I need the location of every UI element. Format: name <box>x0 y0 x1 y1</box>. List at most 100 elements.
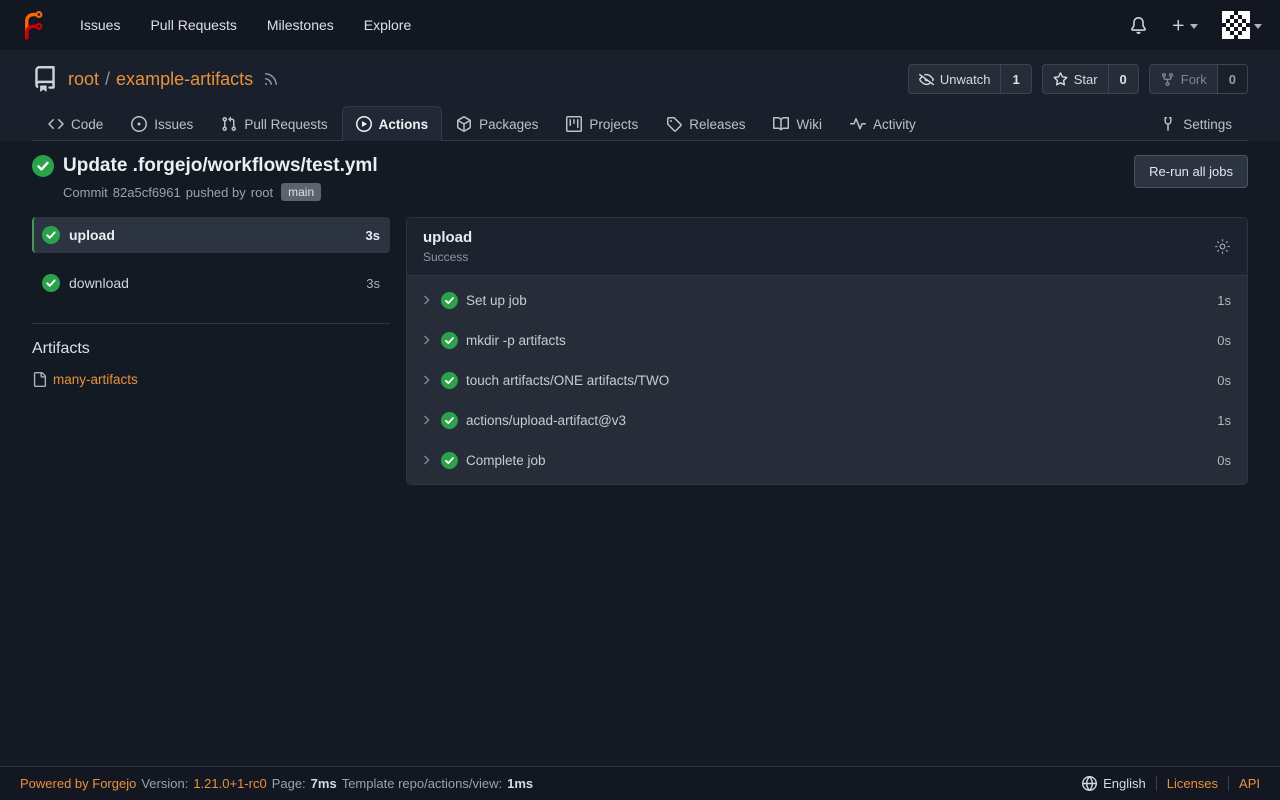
notifications-button[interactable] <box>1130 17 1147 34</box>
api-link[interactable]: API <box>1239 776 1260 791</box>
star-icon <box>1053 72 1068 87</box>
gear-icon <box>1214 238 1231 255</box>
pulse-icon <box>850 116 866 132</box>
nav-milestones[interactable]: Milestones <box>267 17 334 33</box>
success-check-icon <box>42 226 60 244</box>
tab-wiki[interactable]: Wiki <box>759 106 836 141</box>
run-title: Update .forgejo/workflows/test.yml <box>63 155 378 177</box>
stars-count[interactable]: 0 <box>1108 65 1138 93</box>
step-row-touch-artifacts[interactable]: touch artifacts/ONE artifacts/TWO 0s <box>407 360 1247 400</box>
artifact-download-link[interactable]: many-artifacts <box>53 372 138 387</box>
chevron-right-icon <box>419 293 433 307</box>
user-menu-dropdown[interactable] <box>1222 11 1262 39</box>
forgejo-logo-icon <box>18 10 48 40</box>
chevron-down-icon <box>1254 24 1262 29</box>
job-item-upload[interactable]: upload 3s <box>32 217 390 253</box>
code-icon <box>48 116 64 132</box>
fork-button[interactable]: Fork <box>1150 65 1217 93</box>
avatar <box>1222 11 1250 39</box>
tab-label: Issues <box>154 117 193 132</box>
step-duration: 1s <box>1217 293 1231 308</box>
tab-releases[interactable]: Releases <box>652 106 759 141</box>
tab-code[interactable]: Code <box>34 106 117 141</box>
footer-links: English Licenses API <box>1082 776 1260 791</box>
eye-closed-icon <box>919 72 934 87</box>
job-item-download[interactable]: download 3s <box>32 265 390 301</box>
fork-button-group: Fork 0 <box>1149 64 1248 94</box>
success-check-icon <box>441 332 458 349</box>
repo-owner-link[interactable]: root <box>68 69 99 90</box>
job-duration: 3s <box>366 276 380 291</box>
page-time-value: 7ms <box>311 776 337 791</box>
job-detail-header: upload Success <box>407 218 1247 276</box>
watch-button-group: Unwatch 1 <box>908 64 1032 94</box>
tab-activity[interactable]: Activity <box>836 106 930 141</box>
tab-settings[interactable]: Settings <box>1146 106 1246 141</box>
tab-label: Pull Requests <box>244 117 327 132</box>
tab-label: Actions <box>379 117 429 132</box>
settings-icon <box>1160 116 1176 132</box>
watchers-count[interactable]: 1 <box>1000 65 1030 93</box>
step-row-mkdir[interactable]: mkdir -p artifacts 0s <box>407 320 1247 360</box>
template-time-label: Template repo/actions/view: <box>342 776 502 791</box>
commit-author-link[interactable]: root <box>251 185 273 200</box>
tab-packages[interactable]: Packages <box>442 106 552 141</box>
nav-issues[interactable]: Issues <box>80 17 120 33</box>
rss-icon <box>263 71 279 87</box>
create-new-dropdown[interactable] <box>1171 18 1198 33</box>
nav-explore[interactable]: Explore <box>364 17 411 33</box>
nav-pull-requests[interactable]: Pull Requests <box>150 17 236 33</box>
job-name: download <box>69 275 357 291</box>
project-icon <box>566 116 582 132</box>
rerun-all-jobs-button[interactable]: Re-run all jobs <box>1134 155 1248 188</box>
artifacts-heading: Artifacts <box>32 340 390 358</box>
step-name: actions/upload-artifact@v3 <box>466 413 1209 428</box>
chevron-right-icon <box>419 373 433 387</box>
git-pull-request-icon <box>221 116 237 132</box>
success-check-icon <box>42 274 60 292</box>
repo-header: root / example-artifacts Unwatch 1 Star … <box>0 50 1280 141</box>
step-row-complete-job[interactable]: Complete job 0s <box>407 440 1247 480</box>
licenses-link[interactable]: Licenses <box>1167 776 1218 791</box>
unwatch-button[interactable]: Unwatch <box>909 65 1001 93</box>
chevron-right-icon <box>419 453 433 467</box>
job-options-button[interactable] <box>1214 238 1231 255</box>
plus-icon <box>1171 18 1186 33</box>
repo-name-link[interactable]: example-artifacts <box>116 69 253 90</box>
step-name: touch artifacts/ONE artifacts/TWO <box>466 373 1209 388</box>
powered-by-link[interactable]: Powered by Forgejo <box>20 776 136 791</box>
template-time-value: 1ms <box>507 776 533 791</box>
artifact-item: many-artifacts <box>32 372 390 387</box>
language-selector[interactable]: English <box>1082 776 1146 791</box>
commit-hash-link[interactable]: 82a5cf6961 <box>113 185 181 200</box>
book-icon <box>773 116 789 132</box>
footer-info: Powered by Forgejo Version: 1.21.0+1-rc0… <box>20 776 533 791</box>
step-name: mkdir -p artifacts <box>466 333 1209 348</box>
step-name: Set up job <box>466 293 1209 308</box>
file-icon <box>32 372 47 387</box>
tab-actions[interactable]: Actions <box>342 106 443 141</box>
sidebar-divider <box>32 323 390 324</box>
version-link[interactable]: 1.21.0+1-rc0 <box>193 776 266 791</box>
star-button[interactable]: Star <box>1043 65 1108 93</box>
step-row-upload-artifact[interactable]: actions/upload-artifact@v3 1s <box>407 400 1247 440</box>
branch-badge[interactable]: main <box>281 183 321 201</box>
footer-divider <box>1156 776 1157 791</box>
success-check-icon <box>441 412 458 429</box>
chevron-right-icon <box>419 413 433 427</box>
tab-issues[interactable]: Issues <box>117 106 207 141</box>
page-time-label: Page: <box>272 776 306 791</box>
jobs-sidebar: upload 3s download 3s Artifacts many-art… <box>32 217 390 387</box>
pushed-by-label: pushed by <box>186 185 246 200</box>
tab-label: Releases <box>689 117 745 132</box>
fork-icon <box>1160 72 1175 87</box>
forgejo-logo[interactable] <box>18 10 48 40</box>
breadcrumb-separator: / <box>105 69 110 90</box>
breadcrumb: root / example-artifacts <box>68 69 253 90</box>
tab-projects[interactable]: Projects <box>552 106 652 141</box>
success-check-icon <box>441 372 458 389</box>
step-row-set-up-job[interactable]: Set up job 1s <box>407 280 1247 320</box>
tab-pull-requests[interactable]: Pull Requests <box>207 106 341 141</box>
forks-count[interactable]: 0 <box>1217 65 1247 93</box>
rss-feed-button[interactable] <box>263 71 279 87</box>
